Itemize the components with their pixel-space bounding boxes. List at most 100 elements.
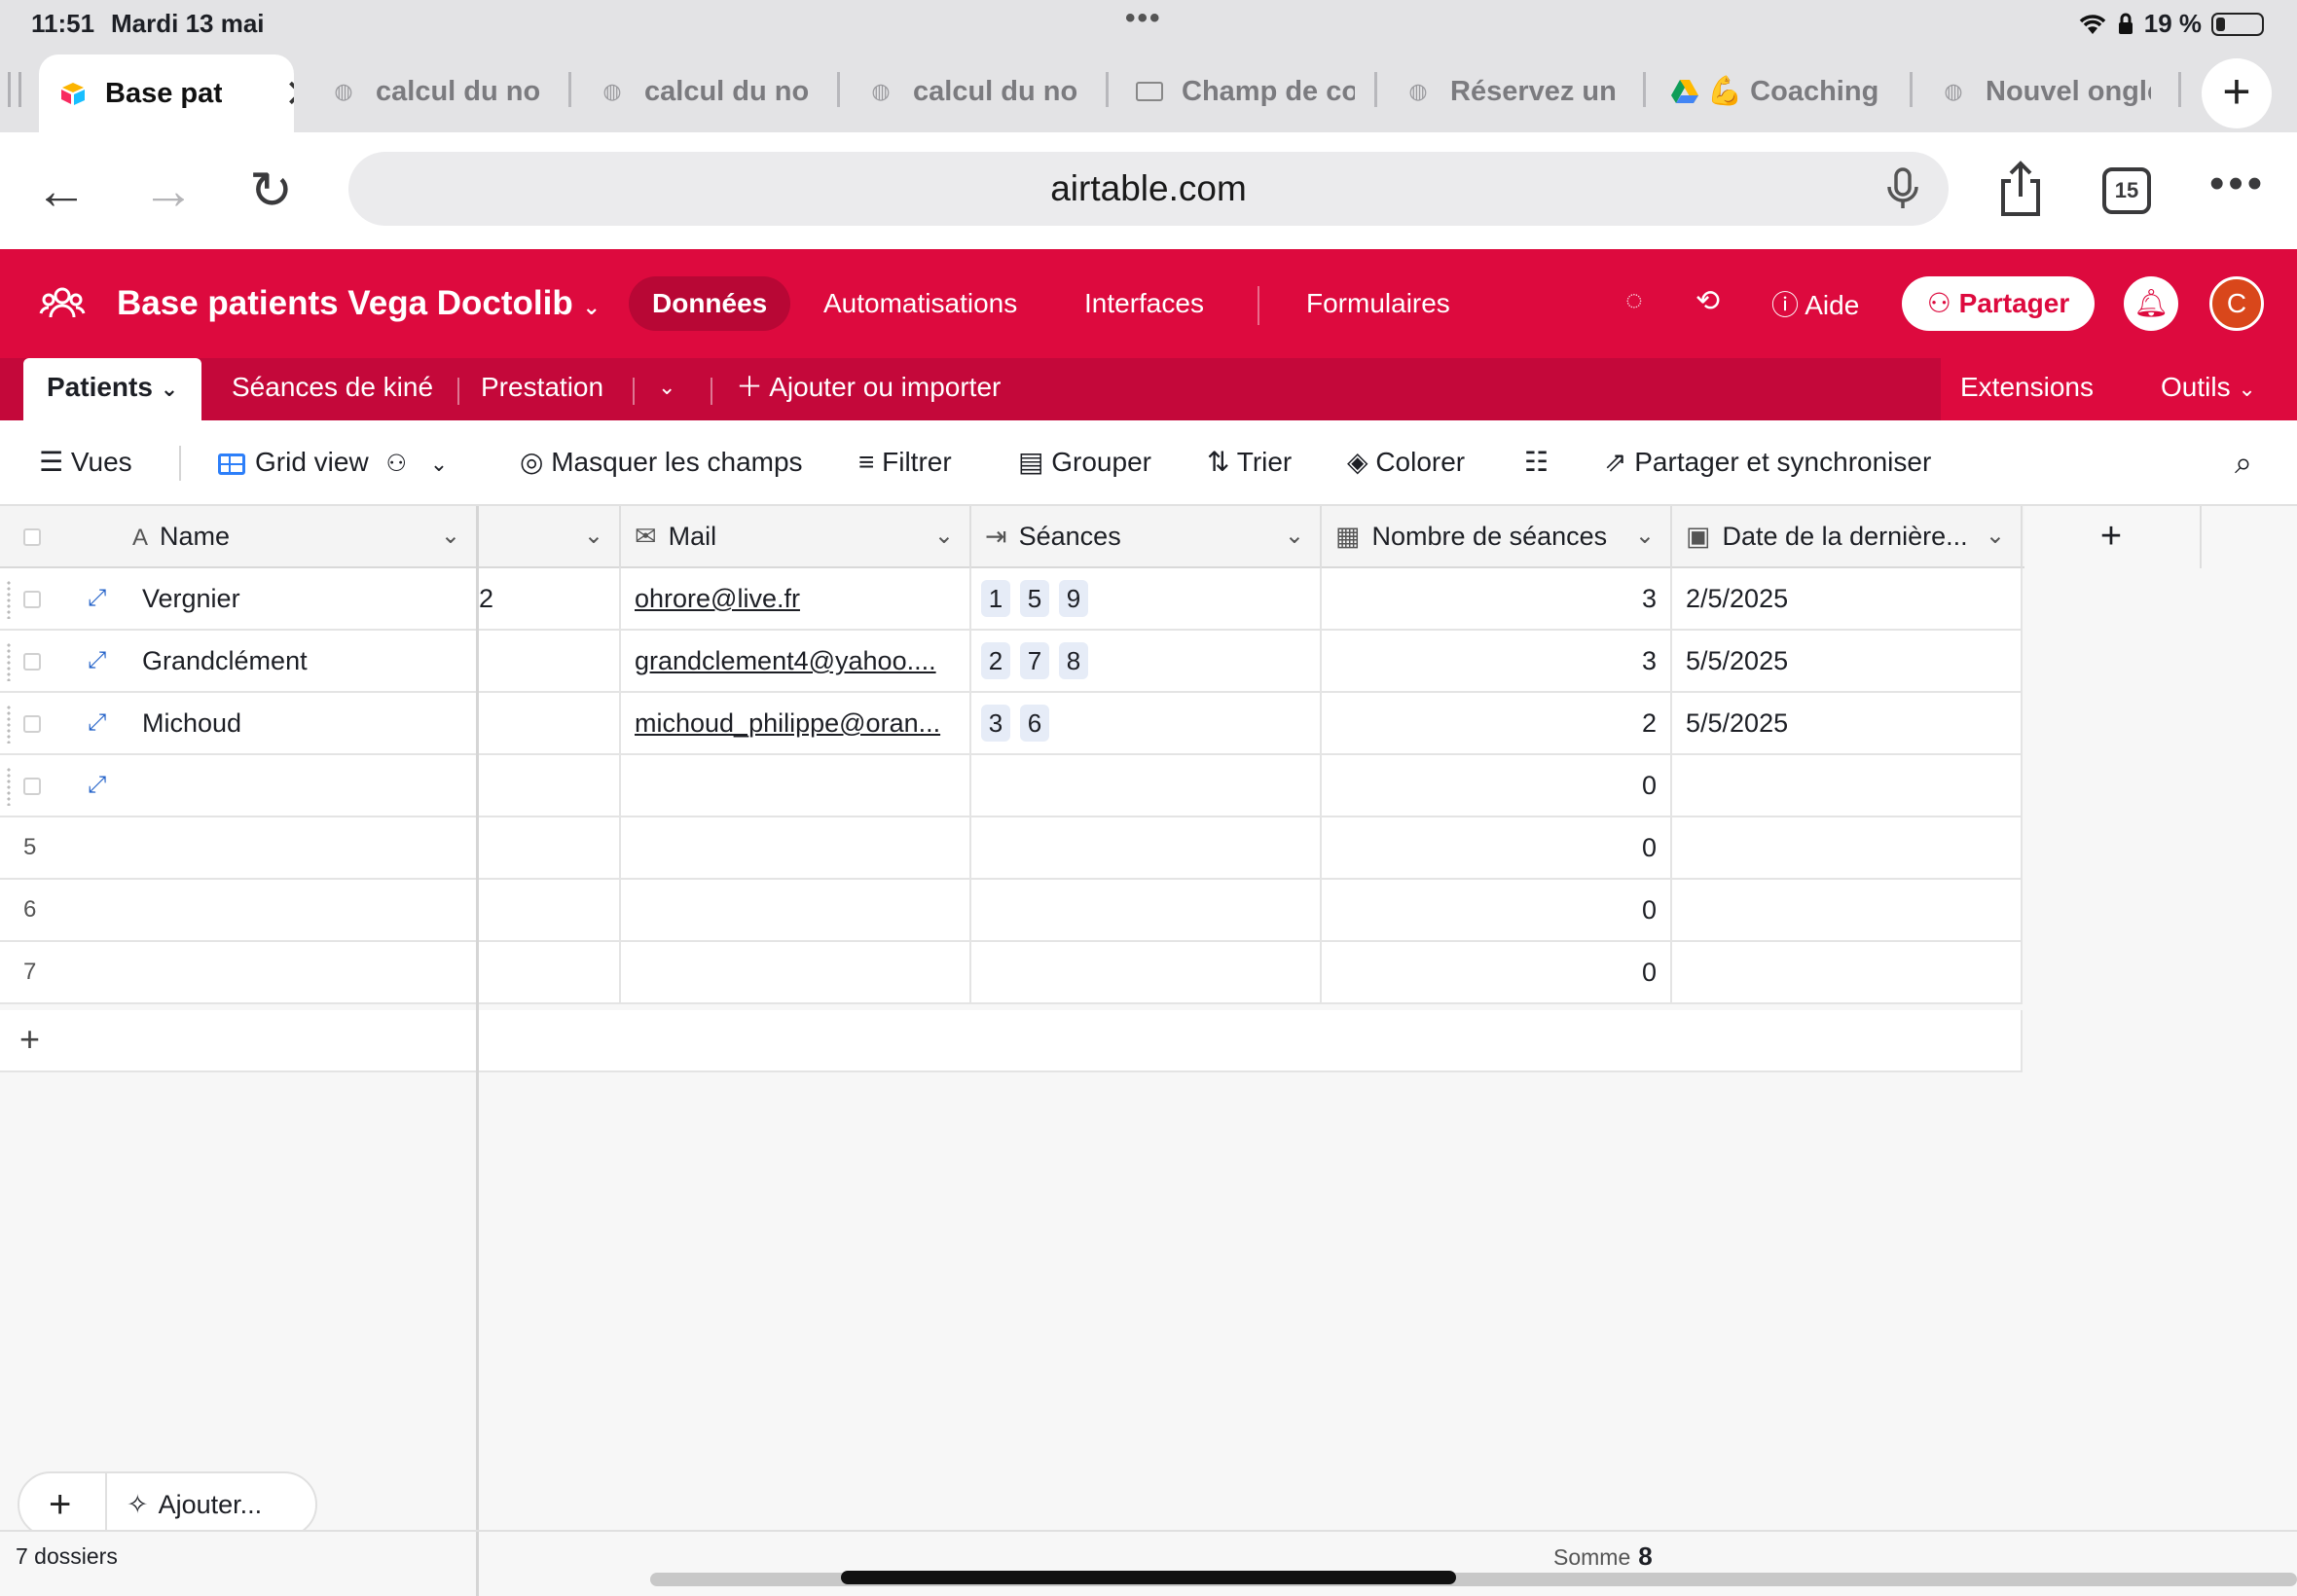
column-header-hidden[interactable]: ⌄ (479, 506, 621, 568)
address-bar[interactable]: airtable.com (348, 152, 1949, 226)
browser-tab[interactable]: ◍ Réservez un (1384, 54, 1645, 128)
sidebar-toggle-icon[interactable] (8, 72, 21, 107)
more-tables-chevron-icon[interactable]: ⌄ (658, 358, 675, 420)
microphone-icon[interactable] (1880, 165, 1925, 212)
hidden-column-cell[interactable] (479, 631, 621, 691)
email-link[interactable]: michoud_philippe@oran... (635, 708, 940, 738)
column-header-name[interactable]: A Name ⌄ (132, 506, 476, 568)
add-record-row-extension[interactable] (479, 1010, 2023, 1072)
table-row[interactable]: ⤢ Grandclément (0, 631, 476, 693)
nav-donnees[interactable]: Données (629, 276, 791, 331)
linked-record-chip[interactable]: 5 (1020, 580, 1049, 617)
table-tab-seances[interactable]: Séances de kiné (232, 358, 433, 420)
linked-record-chip[interactable]: 1 (981, 580, 1010, 617)
seances-cell[interactable] (971, 942, 1322, 1002)
seances-cell[interactable] (971, 817, 1322, 878)
hidden-column-cell[interactable] (479, 693, 621, 753)
group-button[interactable]: ▤ Grouper (1018, 420, 1151, 506)
email-link[interactable]: grandclement4@yahoo.... (635, 646, 936, 675)
grid-view-button[interactable]: Grid view ⚇ ⌄ (218, 420, 448, 506)
share-sync-button[interactable]: ⇗ Partager et synchroniser (1604, 420, 1931, 506)
expand-record-icon[interactable]: ⤢ (88, 693, 106, 753)
drag-handle-icon[interactable] (6, 642, 12, 681)
browser-tab[interactable]: ◍ Nouvel ongle (1919, 54, 2180, 128)
expand-record-icon[interactable]: ⤢ (88, 568, 106, 629)
multitasking-dots-icon[interactable]: ••• (1125, 2, 1162, 35)
table-row[interactable]: 0 (479, 942, 2023, 1004)
name-cell[interactable] (142, 942, 473, 1002)
drag-handle-icon[interactable] (6, 767, 12, 806)
row-checkbox[interactable] (23, 715, 41, 733)
forward-arrow-icon[interactable]: → (142, 162, 195, 220)
table-row[interactable]: 0 (479, 755, 2023, 817)
hidden-column-cell[interactable] (479, 755, 621, 816)
date-cell[interactable]: 5/5/2025 (1672, 631, 2023, 691)
avatar[interactable]: C (2209, 276, 2264, 331)
browser-tab[interactable]: Champ de co (1115, 54, 1376, 128)
seances-cell[interactable]: 278 (971, 631, 1322, 691)
tools-button[interactable]: Outils ⌄ (2161, 358, 2256, 420)
date-cell[interactable]: 2/5/2025 (1672, 568, 2023, 629)
browser-tab-active[interactable]: Base pat ✕ (39, 54, 294, 132)
mail-cell[interactable]: grandclement4@yahoo.... (621, 631, 971, 691)
history-icon[interactable]: ⟲ (1695, 284, 1720, 318)
column-header-date[interactable]: ▣ Date de la dernière... ⌄ (1672, 506, 2023, 568)
nombre-cell[interactable]: 3 (1322, 568, 1672, 629)
sort-button[interactable]: ⇅ Trier (1207, 420, 1292, 506)
views-button[interactable]: ☰ Vues (39, 420, 132, 506)
linked-record-chip[interactable]: 9 (1059, 580, 1088, 617)
table-row[interactable]: 6 (0, 880, 476, 942)
nav-automatisations[interactable]: Automatisations (800, 276, 1040, 331)
add-or-import-button[interactable]: ＋ Ajouter ou importer (736, 358, 1001, 420)
add-record-row[interactable]: + (0, 1010, 476, 1072)
drag-handle-icon[interactable] (6, 705, 12, 744)
linked-record-chip[interactable]: 6 (1020, 705, 1049, 742)
close-tab-icon[interactable]: ✕ (284, 72, 294, 117)
table-row[interactable]: 0 (479, 817, 2023, 880)
nav-interfaces[interactable]: Interfaces (1061, 276, 1227, 331)
linked-record-chip[interactable]: 8 (1059, 642, 1088, 679)
add-record-plus-icon[interactable]: + (49, 1481, 71, 1528)
expand-record-icon[interactable]: ⤢ (88, 631, 106, 691)
color-button[interactable]: ◈ Colorer (1347, 420, 1465, 506)
nombre-cell[interactable]: 2 (1322, 693, 1672, 753)
hidden-column-cell[interactable]: 2 (479, 568, 621, 629)
table-row[interactable]: ⤢ (0, 755, 476, 817)
row-checkbox[interactable] (23, 591, 41, 608)
column-header-seances[interactable]: ⇥ Séances ⌄ (971, 506, 1322, 568)
name-cell[interactable] (142, 817, 473, 878)
reload-icon[interactable]: ↻ (249, 162, 293, 220)
mail-cell[interactable]: michoud_philippe@oran... (621, 693, 971, 753)
select-all-checkbox[interactable] (23, 528, 41, 546)
help-button[interactable]: ⓘ Aide (1771, 284, 1859, 323)
browser-tab[interactable]: 💪 Coaching (1651, 54, 1908, 128)
nombre-cell[interactable]: 3 (1322, 631, 1672, 691)
table-row[interactable]: 5 (0, 817, 476, 880)
browser-tab[interactable]: ◍ calcul du no (578, 54, 829, 128)
date-cell[interactable] (1672, 942, 2023, 1002)
row-checkbox[interactable] (23, 778, 41, 795)
seances-cell[interactable] (971, 880, 1322, 940)
filter-button[interactable]: ≡ Filtrer (858, 420, 952, 506)
nombre-cell[interactable]: 0 (1322, 755, 1672, 816)
table-row[interactable]: 2 ohrore@live.fr 1 5 9 3 2/5/2025 (479, 568, 2023, 631)
search-icon[interactable]: ⌕ (2235, 420, 2252, 506)
name-cell[interactable] (142, 755, 473, 816)
table-row[interactable]: michoud_philippe@oran... 3 6 2 5/5/2025 (479, 693, 2023, 755)
column-header-mail[interactable]: ✉ Mail ⌄ (621, 506, 971, 568)
linked-record-chip[interactable]: 7 (1020, 642, 1049, 679)
drag-handle-icon[interactable] (6, 580, 12, 619)
table-row[interactable]: ⤢ Vergnier (0, 568, 476, 631)
browser-tab[interactable]: ◍ calcul du no (847, 54, 1098, 128)
add-field-plus-icon[interactable]: + (2023, 506, 2202, 568)
name-cell[interactable]: Vergnier (142, 568, 473, 629)
hidden-column-cell[interactable] (479, 817, 621, 878)
table-row[interactable]: 7 (0, 942, 476, 1004)
date-cell[interactable] (1672, 755, 2023, 816)
extensions-button[interactable]: Extensions (1960, 358, 2094, 420)
table-row[interactable]: ⤢ Michoud (0, 693, 476, 755)
seances-cell[interactable]: 159 (971, 568, 1322, 629)
seances-cell[interactable] (971, 755, 1322, 816)
mail-cell[interactable] (621, 942, 971, 1002)
table-tab-patients[interactable]: Patients ⌄ (23, 358, 202, 420)
